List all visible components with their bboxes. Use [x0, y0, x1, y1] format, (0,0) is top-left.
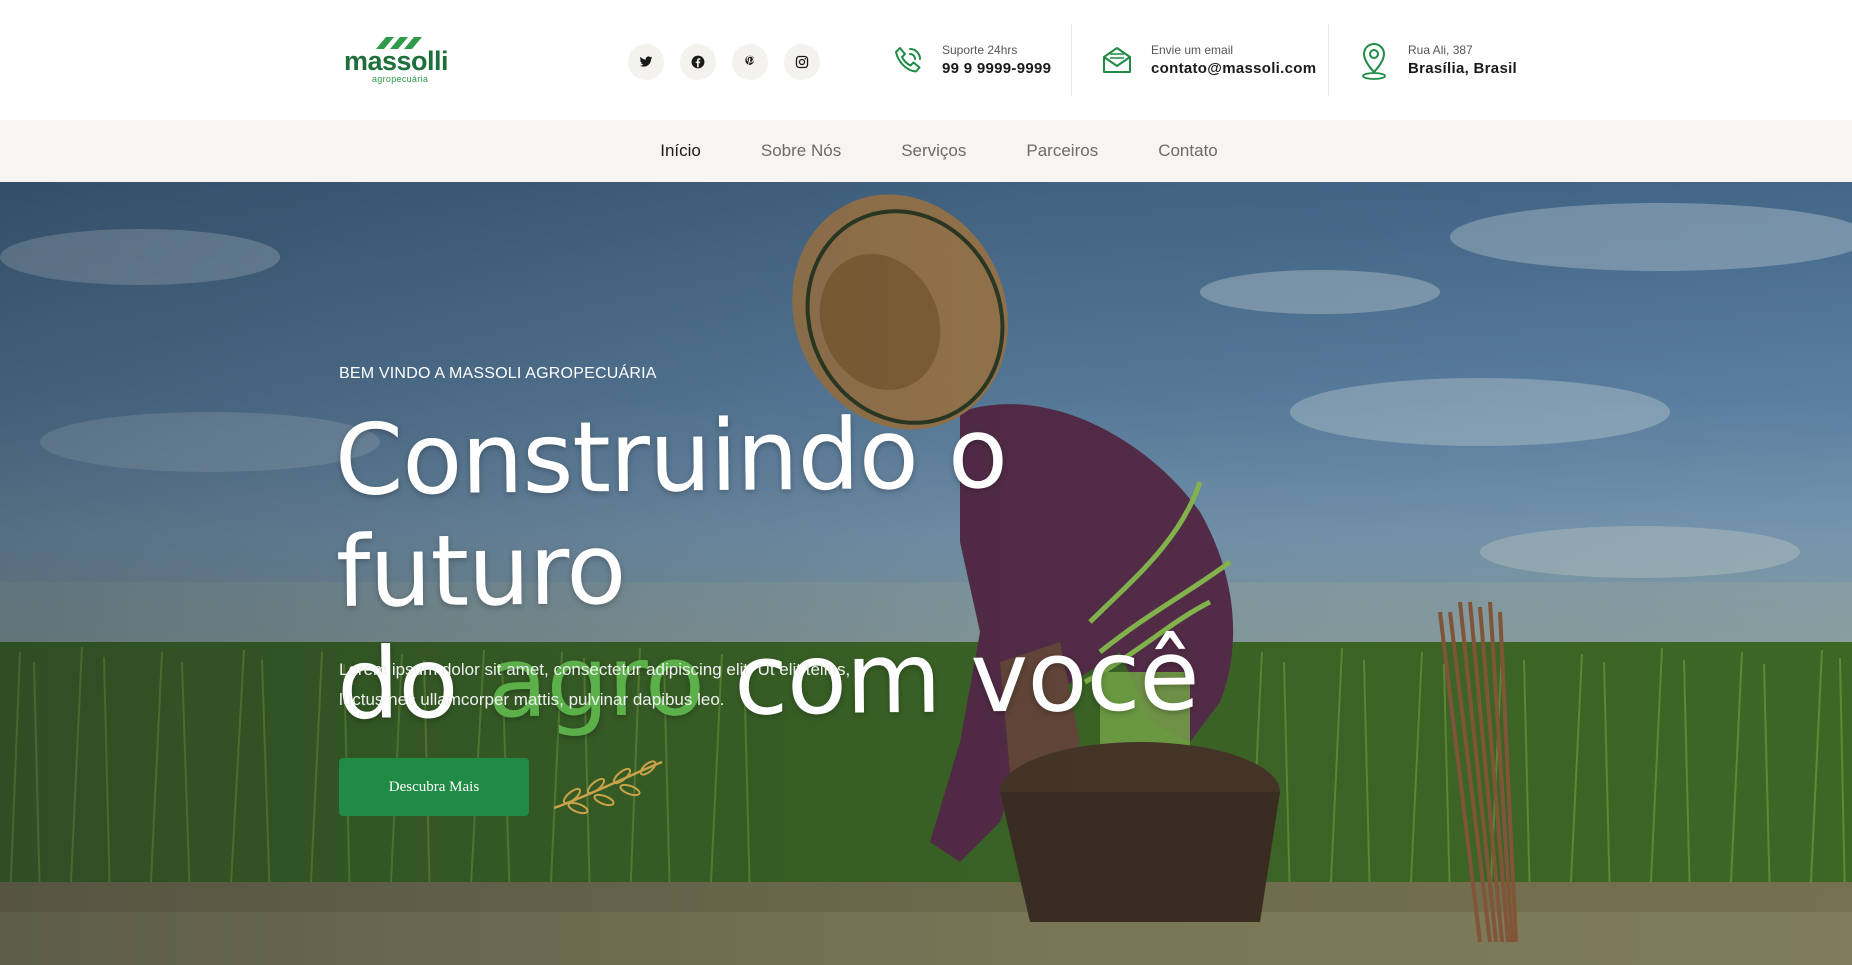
nav-item-sobre-nos[interactable]: Sobre Nós — [761, 141, 841, 161]
address-label: Rua Ali, 387 — [1408, 43, 1473, 57]
email-value: contato@massoli.com — [1151, 60, 1317, 77]
email-label: Envie um email — [1151, 43, 1234, 57]
pinterest-link[interactable] — [732, 44, 768, 80]
brand-tagline: agropecuária — [372, 74, 429, 84]
hero-description: Lorem ipsum dolor sit amet, consectetur … — [339, 660, 851, 709]
instagram-icon — [795, 55, 809, 69]
contact-email[interactable]: Envie um email contato@massoli.com — [1097, 36, 1316, 86]
hero-section: BEM VINDO A MASSOLI AGROPECUÁRIA Constru… — [0, 182, 1852, 965]
twitter-link[interactable] — [628, 44, 664, 80]
instagram-link[interactable] — [784, 44, 820, 80]
hero-eyebrow: BEM VINDO A MASSOLI AGROPECUÁRIA — [339, 365, 657, 382]
main-navbar: Início Sobre Nós Serviços Parceiros Cont… — [0, 120, 1852, 182]
wheat-branch-icon — [553, 760, 663, 815]
pinterest-icon — [745, 55, 755, 65]
brand-logo[interactable]: massolli agropecuária — [344, 36, 464, 86]
top-header: massolli agropecuária Suporte 24hrs 99 9… — [0, 0, 1852, 120]
facebook-link[interactable] — [680, 44, 716, 80]
mail-icon — [1097, 41, 1137, 81]
nav-item-parceiros[interactable]: Parceiros — [1026, 141, 1098, 161]
header-divider — [1328, 24, 1329, 96]
phone-icon — [888, 41, 928, 81]
main-nav: Início Sobre Nós Serviços Parceiros Cont… — [0, 120, 1852, 182]
phone-label: Suporte 24hrs — [942, 43, 1018, 57]
nav-item-contato[interactable]: Contato — [1158, 141, 1218, 161]
headline-line-1: Construindo o futuro — [334, 396, 1008, 630]
phone-value: 99 9 9999-9999 — [942, 60, 1052, 77]
nav-item-inicio[interactable]: Início — [660, 141, 701, 161]
contact-address[interactable]: Rua Ali, 387 Brasília, Brasil — [1354, 36, 1517, 86]
nav-item-servicos[interactable]: Serviços — [901, 141, 966, 161]
facebook-icon — [691, 55, 705, 69]
twitter-icon — [639, 56, 653, 67]
social-links — [628, 44, 820, 80]
discover-more-button[interactable]: Descubra Mais — [339, 758, 529, 816]
contact-phone[interactable]: Suporte 24hrs 99 9 9999-9999 — [888, 36, 1051, 86]
location-pin-icon — [1354, 41, 1394, 81]
brand-name: massolli — [344, 46, 449, 76]
header-divider — [1071, 24, 1072, 96]
address-value: Brasília, Brasil — [1408, 60, 1518, 77]
